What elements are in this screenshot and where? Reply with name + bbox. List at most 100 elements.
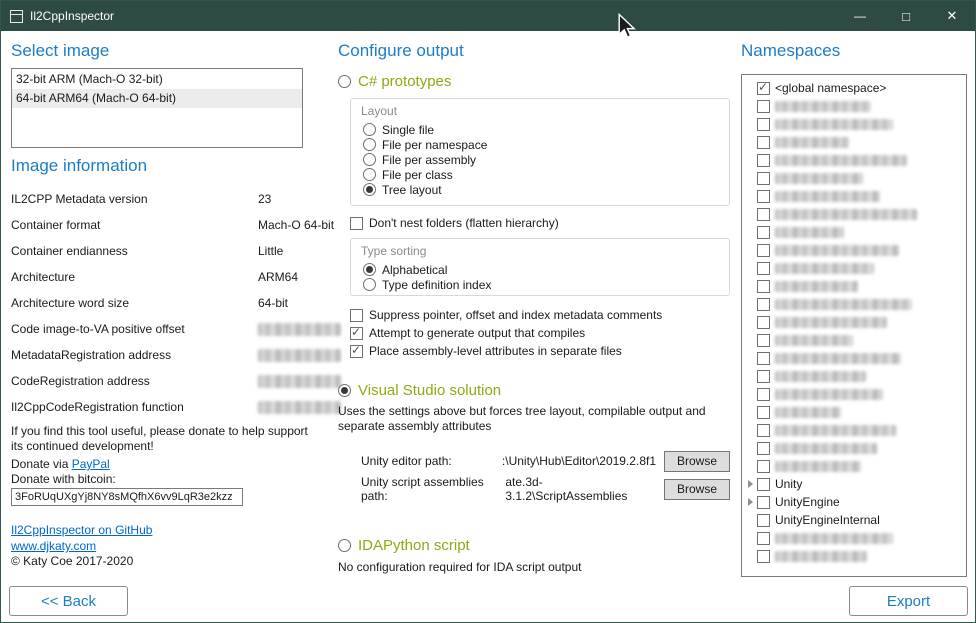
namespace-checkbox[interactable] bbox=[757, 370, 770, 383]
alphabetical-radio[interactable] bbox=[363, 263, 376, 276]
namespace-row[interactable] bbox=[748, 223, 966, 241]
namespace-row[interactable]: <global namespace> bbox=[748, 79, 966, 97]
tree-layout-radio[interactable] bbox=[363, 183, 376, 196]
file-per-class-radio[interactable] bbox=[363, 168, 376, 181]
namespace-row[interactable]: UnityEngine bbox=[748, 493, 966, 511]
namespace-row[interactable] bbox=[748, 349, 966, 367]
namespace-checkbox[interactable] bbox=[757, 226, 770, 239]
namespace-row[interactable] bbox=[748, 439, 966, 457]
namespace-row[interactable] bbox=[748, 529, 966, 547]
namespace-row[interactable] bbox=[748, 313, 966, 331]
namespace-checkbox[interactable] bbox=[757, 388, 770, 401]
namespace-row[interactable] bbox=[748, 97, 966, 115]
namespace-row[interactable] bbox=[748, 385, 966, 403]
namespace-row[interactable]: UnityEngineInternal bbox=[748, 511, 966, 529]
single-file-radio[interactable] bbox=[363, 123, 376, 136]
namespace-row[interactable] bbox=[748, 367, 966, 385]
namespace-checkbox[interactable] bbox=[757, 478, 770, 491]
namespace-checkbox[interactable] bbox=[757, 82, 770, 95]
namespace-checkbox[interactable] bbox=[757, 514, 770, 527]
namespace-row[interactable] bbox=[748, 169, 966, 187]
namespace-row[interactable] bbox=[748, 259, 966, 277]
visual-studio-option[interactable]: Visual Studio solution bbox=[338, 382, 501, 399]
type-sorting-option-definition-index[interactable]: Type definition index bbox=[363, 277, 721, 292]
namespace-row[interactable] bbox=[748, 277, 966, 295]
namespace-checkbox[interactable] bbox=[757, 100, 770, 113]
namespace-row[interactable] bbox=[748, 547, 966, 565]
namespace-checkbox[interactable] bbox=[757, 352, 770, 365]
namespace-checkbox[interactable] bbox=[757, 298, 770, 311]
namespaces-list[interactable]: <global namespace> UnityUnityEngineUnityE… bbox=[741, 74, 967, 577]
dont-nest-folders-checkbox[interactable] bbox=[350, 217, 363, 230]
namespace-row[interactable] bbox=[748, 187, 966, 205]
layout-option-single-file[interactable]: Single file bbox=[363, 122, 721, 137]
namespace-checkbox[interactable] bbox=[757, 496, 770, 509]
suppress-metadata-option[interactable]: Suppress pointer, offset and index metad… bbox=[350, 307, 662, 323]
namespace-checkbox[interactable] bbox=[757, 424, 770, 437]
namespace-row[interactable] bbox=[748, 205, 966, 223]
type-definition-index-radio[interactable] bbox=[363, 278, 376, 291]
namespace-checkbox[interactable] bbox=[757, 208, 770, 221]
image-list-item[interactable]: 32-bit ARM (Mach-O 32-bit) bbox=[12, 70, 302, 89]
namespace-row[interactable] bbox=[748, 403, 966, 421]
attempt-compile-checkbox[interactable] bbox=[350, 327, 363, 340]
layout-option-tree-layout[interactable]: Tree layout bbox=[363, 182, 721, 197]
image-list-item-selected[interactable]: 64-bit ARM64 (Mach-O 64-bit) bbox=[12, 89, 302, 108]
attempt-compile-option[interactable]: Attempt to generate output that compiles bbox=[350, 325, 585, 341]
layout-option-file-per-class[interactable]: File per class bbox=[363, 167, 721, 182]
idapython-option[interactable]: IDAPython script bbox=[338, 537, 470, 554]
namespace-row[interactable] bbox=[748, 331, 966, 349]
namespace-row[interactable]: Unity bbox=[748, 475, 966, 493]
csharp-prototypes-option[interactable]: C# prototypes bbox=[338, 73, 451, 90]
namespace-checkbox[interactable] bbox=[757, 154, 770, 167]
namespace-row[interactable] bbox=[748, 295, 966, 313]
paypal-link[interactable]: PayPal bbox=[72, 457, 110, 471]
namespace-checkbox[interactable] bbox=[757, 550, 770, 563]
website-link[interactable]: www.djkaty.com bbox=[11, 539, 96, 553]
dont-nest-folders-option[interactable]: Don't nest folders (flatten hierarchy) bbox=[350, 215, 559, 231]
namespace-row[interactable] bbox=[748, 421, 966, 439]
namespace-checkbox[interactable] bbox=[757, 532, 770, 545]
namespace-checkbox[interactable] bbox=[757, 118, 770, 131]
separate-attributes-option[interactable]: Place assembly-level attributes in separ… bbox=[350, 343, 622, 359]
idapython-radio[interactable] bbox=[338, 539, 351, 552]
unity-editor-browse-button[interactable]: Browse bbox=[664, 451, 730, 472]
minimize-button[interactable]: — bbox=[837, 1, 883, 31]
namespace-row[interactable] bbox=[748, 457, 966, 475]
layout-option-file-per-assembly[interactable]: File per assembly bbox=[363, 152, 721, 167]
export-button[interactable]: Export bbox=[849, 586, 968, 616]
expander-icon[interactable] bbox=[748, 498, 753, 506]
layout-option-file-per-namespace[interactable]: File per namespace bbox=[363, 137, 721, 152]
namespace-row[interactable] bbox=[748, 133, 966, 151]
namespace-checkbox[interactable] bbox=[757, 136, 770, 149]
namespace-checkbox[interactable] bbox=[757, 262, 770, 275]
namespace-row[interactable] bbox=[748, 115, 966, 133]
namespace-checkbox[interactable] bbox=[757, 190, 770, 203]
csharp-prototypes-radio[interactable] bbox=[338, 75, 351, 88]
namespace-checkbox[interactable] bbox=[757, 280, 770, 293]
separate-attributes-checkbox[interactable] bbox=[350, 345, 363, 358]
namespace-checkbox[interactable] bbox=[757, 406, 770, 419]
bitcoin-address-input[interactable] bbox=[11, 488, 243, 506]
image-listbox[interactable]: 32-bit ARM (Mach-O 32-bit) 64-bit ARM64 … bbox=[11, 68, 303, 148]
file-per-assembly-radio[interactable] bbox=[363, 153, 376, 166]
github-link[interactable]: Il2CppInspector on GitHub bbox=[11, 523, 152, 537]
namespace-row[interactable] bbox=[748, 241, 966, 259]
file-per-namespace-radio[interactable] bbox=[363, 138, 376, 151]
close-button[interactable]: ✕ bbox=[929, 1, 975, 31]
namespace-row[interactable] bbox=[748, 151, 966, 169]
suppress-metadata-checkbox[interactable] bbox=[350, 309, 363, 322]
script-assemblies-browse-button[interactable]: Browse bbox=[664, 479, 730, 500]
redacted-namespace-label bbox=[775, 389, 883, 400]
expander-icon[interactable] bbox=[748, 480, 753, 488]
type-sorting-option-alphabetical[interactable]: Alphabetical bbox=[363, 262, 721, 277]
namespace-checkbox[interactable] bbox=[757, 442, 770, 455]
namespace-checkbox[interactable] bbox=[757, 334, 770, 347]
back-button[interactable]: << Back bbox=[9, 586, 128, 616]
maximize-button[interactable]: □ bbox=[883, 1, 929, 31]
namespace-checkbox[interactable] bbox=[757, 244, 770, 257]
namespace-checkbox[interactable] bbox=[757, 460, 770, 473]
visual-studio-radio[interactable] bbox=[338, 384, 351, 397]
namespace-checkbox[interactable] bbox=[757, 172, 770, 185]
namespace-checkbox[interactable] bbox=[757, 316, 770, 329]
